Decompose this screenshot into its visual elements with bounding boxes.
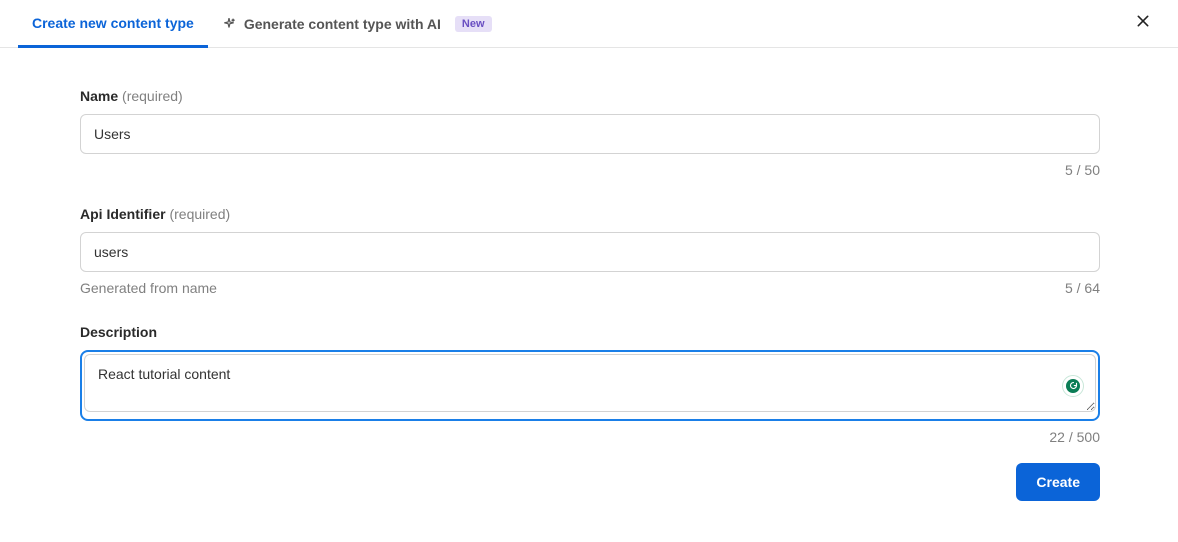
field-name: Name (required) 5 / 50 bbox=[80, 88, 1100, 178]
description-label-text: Description bbox=[80, 324, 157, 340]
description-input[interactable] bbox=[84, 354, 1096, 412]
tab-generate-with-ai[interactable]: Generate content type with AI New bbox=[208, 0, 506, 47]
description-label: Description bbox=[80, 324, 1100, 340]
api-label: Api Identifier (required) bbox=[80, 206, 1100, 222]
tab-ai-label: Generate content type with AI bbox=[244, 16, 441, 32]
close-icon bbox=[1135, 13, 1151, 34]
close-button[interactable] bbox=[1132, 12, 1154, 34]
name-label-text: Name bbox=[80, 88, 118, 104]
name-input[interactable] bbox=[80, 114, 1100, 154]
tab-create-content-type[interactable]: Create new content type bbox=[18, 1, 208, 48]
field-api-identifier: Api Identifier (required) Generated from… bbox=[80, 206, 1100, 296]
field-description: Description 22 / 500 bbox=[80, 324, 1100, 445]
name-char-counter: 5 / 50 bbox=[1065, 162, 1100, 178]
content-type-form: Name (required) 5 / 50 Api Identifier (r… bbox=[0, 48, 1178, 501]
name-required-text: (required) bbox=[122, 88, 183, 104]
api-label-text: Api Identifier bbox=[80, 206, 166, 222]
sparkle-icon bbox=[222, 17, 236, 31]
create-button[interactable]: Create bbox=[1016, 463, 1100, 501]
api-helper-text: Generated from name bbox=[80, 280, 217, 296]
api-identifier-input[interactable] bbox=[80, 232, 1100, 272]
modal-tabs: Create new content type Generate content… bbox=[0, 0, 1178, 48]
api-char-counter: 5 / 64 bbox=[1065, 280, 1100, 296]
tab-create-label: Create new content type bbox=[32, 15, 194, 31]
api-required-text: (required) bbox=[169, 206, 230, 222]
description-char-counter: 22 / 500 bbox=[1049, 429, 1100, 445]
new-badge: New bbox=[455, 16, 492, 32]
grammarly-icon[interactable] bbox=[1062, 375, 1084, 397]
name-label: Name (required) bbox=[80, 88, 1100, 104]
description-input-wrap bbox=[80, 350, 1100, 421]
form-actions: Create bbox=[80, 463, 1100, 501]
